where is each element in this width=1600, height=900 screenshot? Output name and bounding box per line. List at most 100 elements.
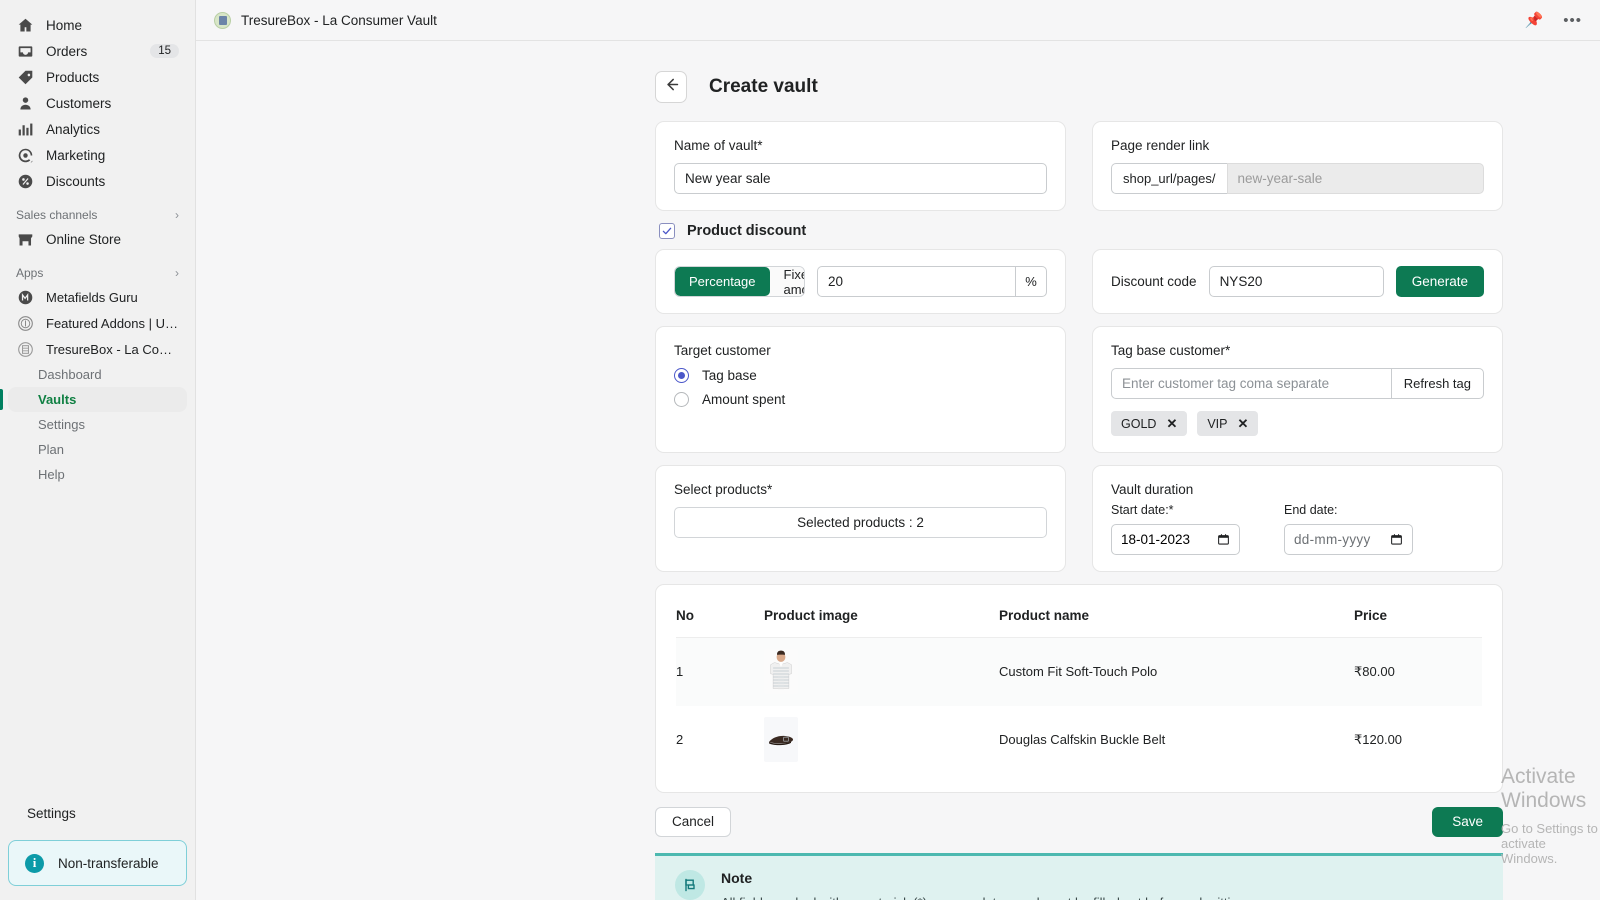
end-date-block: End date: dd-mm-yyyy	[1284, 503, 1413, 555]
sidebar-subitem-dashboard[interactable]: Dashboard	[8, 362, 187, 387]
note-banner: Note All fields marked with an asterisk …	[655, 853, 1503, 900]
sidebar-item-label: Marketing	[46, 148, 179, 163]
home-icon	[16, 16, 35, 35]
product-discount-checkbox[interactable]	[659, 223, 675, 239]
note-content: Note All fields marked with an asterisk …	[721, 870, 1248, 900]
tag-chip-label: VIP	[1207, 417, 1227, 431]
product-discount-toggle[interactable]: Product discount	[659, 223, 1503, 239]
chevron-right-icon: ›	[175, 208, 179, 222]
tag-chip-label: GOLD	[1121, 417, 1156, 431]
discount-type-segmented[interactable]: Percentage Fixed amount	[674, 266, 805, 297]
save-button[interactable]: Save	[1432, 807, 1503, 837]
page-render-link-label: Page render link	[1111, 138, 1484, 153]
discount-code-card: Discount code Generate	[1092, 249, 1503, 314]
discount-type-fixed-amount[interactable]: Fixed amount	[770, 267, 806, 296]
tag-base-customer-label: Tag base customer*	[1111, 343, 1484, 358]
info-icon: i	[25, 854, 44, 873]
sidebar-item-analytics[interactable]: Analytics	[8, 116, 187, 142]
sidebar-item-home[interactable]: Home	[8, 12, 187, 38]
page-render-link-card: Page render link shop_url/pages/	[1092, 121, 1503, 211]
discount-type-percentage[interactable]: Percentage	[675, 267, 770, 296]
cancel-button[interactable]: Cancel	[655, 807, 731, 837]
sidebar-item-discounts[interactable]: Discounts	[8, 168, 187, 194]
start-date-value: 18-01-2023	[1121, 532, 1190, 547]
sidebar-subitem-settings[interactable]: Settings	[8, 412, 187, 437]
select-products-label: Select products*	[674, 482, 1047, 497]
sidebar-subitem-label: Help	[38, 467, 65, 482]
end-date-label: End date:	[1284, 503, 1413, 517]
selected-products-button[interactable]: Selected products : 2	[674, 507, 1047, 538]
tag-chip-list: GOLD ✕ VIP ✕	[1111, 411, 1484, 436]
back-arrow-icon	[663, 76, 680, 98]
sidebar-item-label: Products	[46, 70, 179, 85]
radio-tag-base[interactable]: Tag base	[674, 368, 1047, 383]
sidebar-subitem-help[interactable]: Help	[8, 462, 187, 487]
discount-code-label: Discount code	[1111, 274, 1197, 289]
calendar-icon[interactable]	[1390, 533, 1403, 546]
apps-label: Apps	[16, 266, 43, 280]
close-icon[interactable]: ✕	[1166, 416, 1177, 432]
sidebar-item-label: Metafields Guru	[46, 290, 179, 305]
sales-channels-header[interactable]: Sales channels ›	[16, 208, 179, 222]
vault-duration-label: Vault duration	[1111, 482, 1484, 497]
close-icon[interactable]: ✕	[1238, 416, 1249, 432]
more-options-icon[interactable]: •••	[1563, 12, 1582, 29]
sidebar-item-orders[interactable]: Orders 15	[8, 38, 187, 64]
cell-price: ₹80.00	[1354, 638, 1482, 706]
sidebar-item-label: Customers	[46, 96, 179, 111]
discount-amount-input[interactable]	[817, 266, 1015, 297]
radio-tag-base-input[interactable]	[674, 368, 689, 383]
tag-chip[interactable]: GOLD ✕	[1111, 411, 1187, 436]
cell-product-image	[764, 638, 999, 706]
settings-label: Settings	[27, 806, 76, 821]
radio-tag-base-label: Tag base	[702, 368, 757, 383]
form-row-3: Target customer Tag base Amount spent Ta…	[655, 326, 1503, 453]
tag-chip[interactable]: VIP ✕	[1197, 411, 1258, 436]
sidebar-item-tresurebox[interactable]: TresureBox - La Consumer...	[8, 336, 187, 362]
refresh-tag-button[interactable]: Refresh tag	[1391, 368, 1484, 399]
discount-code-input[interactable]	[1209, 266, 1384, 297]
topbar-actions: 📌 •••	[1525, 11, 1582, 29]
selected-products-table: No Product image Product name Price 1	[676, 599, 1482, 774]
form-row-4: Select products* Selected products : 2 V…	[655, 465, 1503, 572]
sidebar-item-metafields-guru[interactable]: Metafields Guru	[8, 284, 187, 310]
sidebar-item-products[interactable]: Products	[8, 64, 187, 90]
sidebar-item-settings-bottom[interactable]: Settings	[8, 800, 187, 826]
sales-channels-label: Sales channels	[16, 208, 97, 222]
column-header-price: Price	[1354, 599, 1482, 638]
selected-products-table-card: No Product image Product name Price 1	[655, 584, 1503, 793]
page-header: Create vault	[655, 71, 1600, 103]
apps-header[interactable]: Apps ›	[16, 266, 179, 280]
sidebar-item-label: TresureBox - La Consumer...	[46, 342, 179, 357]
generate-button[interactable]: Generate	[1396, 266, 1484, 297]
form-row-2: Percentage Fixed amount % Discount code	[655, 249, 1503, 314]
sidebar-item-online-store[interactable]: Online Store	[8, 226, 187, 252]
sidebar-item-label: Discounts	[46, 174, 179, 189]
sidebar-item-customers[interactable]: Customers	[8, 90, 187, 116]
page-render-link-input[interactable]	[1227, 163, 1484, 194]
sidebar-subitem-vaults[interactable]: Vaults	[8, 387, 187, 412]
end-date-input[interactable]: dd-mm-yyyy	[1284, 524, 1413, 555]
sidebar-item-featured-addons[interactable]: Featured Addons | Upsell	[8, 310, 187, 336]
non-transferable-label: Non-transferable	[58, 856, 159, 871]
polo-shirt-thumbnail	[764, 649, 999, 694]
customer-tag-input[interactable]	[1111, 368, 1391, 399]
pin-icon[interactable]: 📌	[1525, 11, 1544, 29]
page-render-link-prefix: shop_url/pages/	[1111, 163, 1227, 194]
start-date-input[interactable]: 18-01-2023	[1111, 524, 1240, 555]
vault-name-input[interactable]	[674, 163, 1047, 194]
calendar-icon[interactable]	[1217, 533, 1230, 546]
vault-name-label: Name of vault*	[674, 138, 1047, 153]
sidebar-item-label: Analytics	[46, 122, 179, 137]
tresurebox-app-icon	[214, 12, 231, 29]
store-icon	[16, 230, 35, 249]
sidebar-subitem-plan[interactable]: Plan	[8, 437, 187, 462]
radio-amount-spent-input[interactable]	[674, 392, 689, 407]
vault-duration-card: Vault duration Start date:* 18-01-2023	[1092, 465, 1503, 572]
analytics-icon	[16, 120, 35, 139]
radio-amount-spent[interactable]: Amount spent	[674, 392, 1047, 407]
form-grid: Name of vault* Page render link shop_url…	[655, 121, 1503, 900]
sidebar-item-marketing[interactable]: Marketing	[8, 142, 187, 168]
sidebar-subitem-label: Vaults	[38, 392, 76, 407]
back-button[interactable]	[655, 71, 687, 103]
